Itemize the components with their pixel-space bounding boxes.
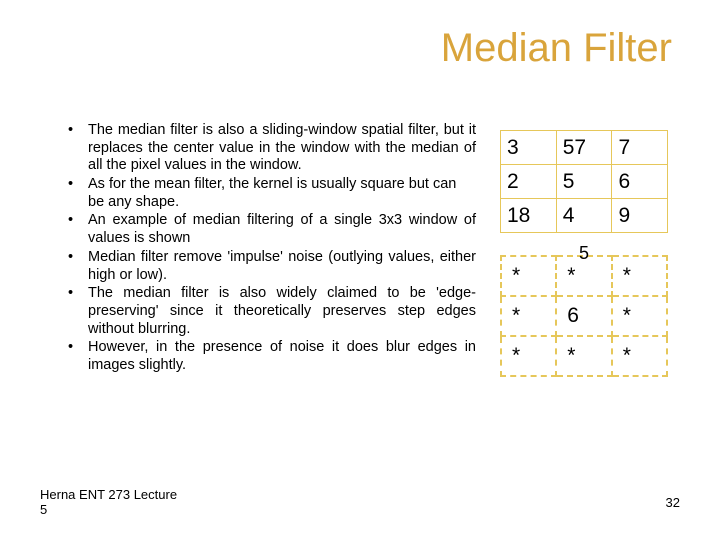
cell: 18 [501,199,557,233]
cell: * [501,336,556,376]
cell: 5 [556,165,612,199]
bullet-text: The median filter is also widely claimed… [88,285,476,336]
cell: * [612,336,667,376]
slide: Median Filter The median filter is also … [0,0,720,540]
list-item: As for the mean filter, the kernel is us… [56,176,476,211]
bullet-text: The median filter is also a sliding-wind… [88,122,476,173]
input-grid: 3 57 7 2 5 6 18 4 9 [500,130,668,233]
list-item: The median filter is also a sliding-wind… [56,122,476,175]
bullet-text: An example of median filtering of a sing… [88,212,476,246]
cell: 57 [556,131,612,165]
cell: * [501,296,556,336]
table-row: 3 57 7 [501,131,668,165]
page-number: 32 [666,495,680,510]
table-row: 18 4 9 [501,199,668,233]
bullet-list: The median filter is also a sliding-wind… [56,122,476,376]
list-item: The median filter is also widely claimed… [56,285,476,338]
table-row: * 6 * [501,296,667,336]
bullet-text: As for the mean filter, the kernel is us… [88,176,456,210]
tables-area: 3 57 7 2 5 6 18 4 9 5 * * * [500,130,680,377]
cell: 4 [556,199,612,233]
output-grid-wrap: 5 * * * * 6 * * * * [500,255,680,377]
cell: * [556,336,611,376]
footer-left: Herna ENT 273 Lecture 5 [40,487,177,518]
cell: 7 [612,131,668,165]
footer-text: Herna ENT 273 Lecture [40,487,177,502]
cell: * [612,296,667,336]
table-row: * * * [501,336,667,376]
output-grid: * * * * 6 * * * * [500,255,668,377]
table-row: 2 5 6 [501,165,668,199]
output-note: 5 [500,243,668,264]
cell: 2 [501,165,557,199]
cell: 9 [612,199,668,233]
list-item: However, in the presence of noise it doe… [56,339,476,374]
cell: 6 [556,296,611,336]
list-item: An example of median filtering of a sing… [56,212,476,247]
page-title: Median Filter [441,26,672,71]
cell: 3 [501,131,557,165]
bullet-text: However, in the presence of noise it doe… [88,339,476,373]
cell: 6 [612,165,668,199]
footer-text: 5 [40,502,47,517]
list-item: Median filter remove 'impulse' noise (ou… [56,249,476,284]
bullet-text: Median filter remove 'impulse' noise (ou… [88,249,476,283]
